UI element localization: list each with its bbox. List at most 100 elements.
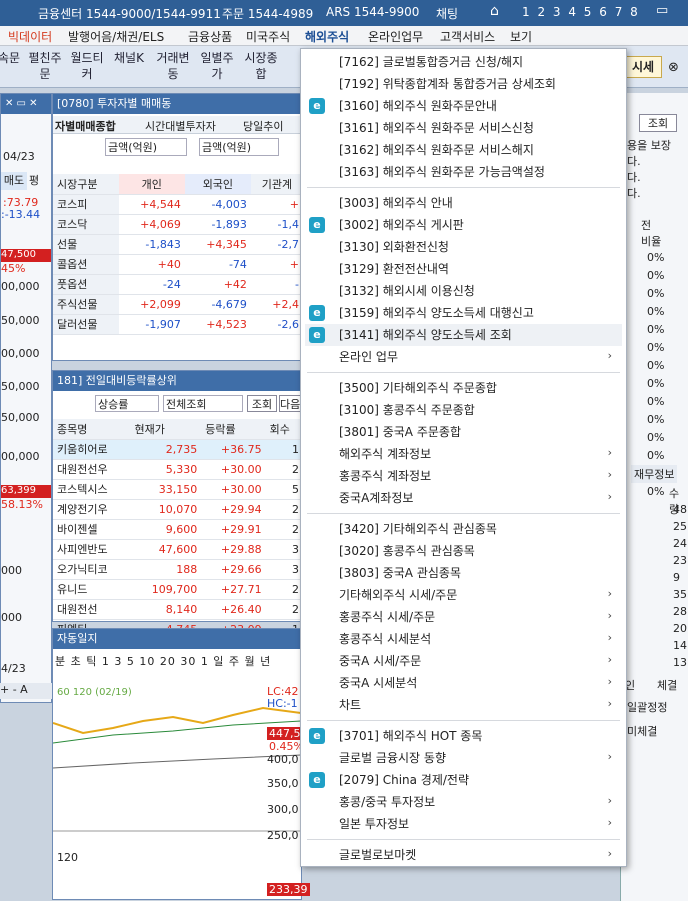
menu-item[interactable]: 차트 — [339, 696, 361, 713]
menu-item[interactable]: 글로벌로보마켓 — [339, 846, 416, 863]
tb-market[interactable]: 시장종합 — [244, 50, 278, 84]
table-cell: +29.66 — [201, 559, 266, 580]
menu-item[interactable]: 홍콩주식 시세분석 — [339, 630, 431, 647]
menu-item[interactable]: [2079] China 경제/전략 — [339, 771, 469, 788]
menu-item[interactable]: [3129] 환전전산내역 — [339, 260, 449, 277]
close-icon[interactable]: ⊗ — [668, 60, 679, 75]
table-row[interactable]: 오가닉티코 188 +29.66 3 — [53, 559, 303, 580]
menu-item[interactable]: 기타해외주식 시세/주문 — [339, 586, 457, 603]
menu-item[interactable]: [3141] 해외주식 양도소득세 조회 — [339, 326, 512, 343]
sell-tab[interactable]: 매도 — [1, 172, 27, 190]
menu-item[interactable]: 홍콩주식 시세/주문 — [339, 608, 435, 625]
menu-item[interactable]: [3130] 외화환전신청 — [339, 238, 449, 255]
menu-item[interactable]: 중국A 시세분석 — [339, 674, 417, 691]
menu-item[interactable]: 중국A 시세/주문 — [339, 652, 421, 669]
tab-summary[interactable]: 자별매매종합 — [55, 118, 116, 134]
menu-products[interactable]: 금융상품 — [188, 28, 232, 45]
table-row[interactable]: 계양전기우 10,070 +29.94 2 — [53, 499, 303, 520]
unfilled-tab[interactable]: 미체결 — [627, 723, 657, 739]
tb-world-ticker[interactable]: 월드티커 — [70, 50, 104, 84]
table-row[interactable]: 달러선물 -1,907 +4,523 -2,6 — [53, 314, 303, 335]
table-row[interactable]: 코스닥 +4,069 -1,893 -1,4 — [53, 214, 303, 235]
left-date[interactable]: 04/23 — [3, 150, 35, 163]
table-row[interactable]: 키움히어로 2,735 +36.75 1 — [53, 439, 303, 460]
pct-tag: 0.45% — [269, 740, 304, 753]
unit-select-1[interactable]: 금액(억원) — [105, 138, 187, 156]
menu-item[interactable]: [3162] 해외주식 원화주문 서비스해지 — [339, 141, 534, 158]
menu-item[interactable]: [3500] 기타해외주식 주문종합 — [339, 379, 497, 396]
menu-item[interactable]: [3803] 중국A 관심종목 — [339, 564, 461, 581]
menu-bigdata[interactable]: 빅데이터 — [8, 28, 52, 45]
table-cell: 대원전선 — [53, 599, 131, 620]
menu-item[interactable]: 온라인 업무 — [339, 348, 398, 365]
y-tick: 300,0 — [267, 803, 299, 816]
table-row[interactable]: 코스텍시스 33,150 +30.00 5 — [53, 479, 303, 500]
menu-item[interactable]: [3160] 해외주식 원화주문안내 — [339, 97, 497, 114]
left-tools[interactable]: + - A — [0, 683, 52, 699]
menu-us-stocks[interactable]: 미국주식 — [246, 28, 290, 45]
table-row[interactable]: 코스피 +4,544 -4,003 + — [53, 194, 303, 215]
menu-item[interactable]: [7192] 위탁종합계좌 통합증거금 상세조회 — [339, 75, 556, 92]
menu-view[interactable]: 보기 — [510, 28, 532, 45]
table-row[interactable]: 선물 -1,843 +4,345 -2,7 — [53, 234, 303, 255]
quote-button[interactable]: 시세 — [624, 56, 662, 78]
menu-overseas[interactable]: 해외주식 — [305, 28, 349, 45]
avg-tab[interactable]: 평 — [29, 172, 39, 188]
table-row[interactable]: 대원전선우 5,330 +30.00 2 — [53, 459, 303, 480]
menu-item[interactable]: [3701] 해외주식 HOT 종목 — [339, 727, 482, 744]
menu-item[interactable]: [7162] 글로벌통합증거금 신청/해지 — [339, 53, 523, 70]
tab-exec[interactable]: 체결 — [657, 677, 677, 693]
unit-select-2[interactable]: 금액(억원) — [199, 138, 279, 156]
table-row[interactable]: 주식선물 +2,099 -4,679 +2,4 — [53, 294, 303, 315]
col-market: 시장구분 — [53, 174, 119, 195]
table-row[interactable]: 풋옵션 -24 +42- — [53, 274, 303, 295]
menu-online[interactable]: 온라인업무 — [368, 28, 423, 45]
ratio-cell: 0% — [647, 377, 665, 390]
ratio-cell: 0% — [647, 359, 665, 372]
menu-item[interactable]: 일본 투자정보 — [339, 815, 409, 832]
sort-select[interactable]: 상승률 — [95, 395, 159, 412]
menu-item[interactable]: 글로벌 금융시장 동향 — [339, 749, 446, 766]
menu-item[interactable]: [3420] 기타해외주식 관심종목 — [339, 520, 497, 537]
menu-item[interactable]: [3002] 해외주식 게시판 — [339, 216, 464, 233]
right-query-button[interactable]: 조회 — [639, 114, 677, 132]
price-chart[interactable] — [53, 673, 301, 899]
scope-select[interactable]: 전체조회 — [163, 395, 243, 412]
menu-item[interactable]: 홍콩주식 계좌정보 — [339, 467, 431, 484]
menu-item[interactable]: [3159] 해외주식 양도소득세 대행신고 — [339, 304, 534, 321]
menu-item[interactable]: 홍콩/중국 투자정보 — [339, 793, 435, 810]
menu-item[interactable]: [3161] 해외주식 원화주문 서비스신청 — [339, 119, 534, 136]
table-row[interactable]: 유니드 109,700 +27.71 2 — [53, 579, 303, 600]
period-tabs[interactable]: 분 초 틱 1 3 5 10 20 30 1 일 주 월 년 — [55, 653, 271, 669]
table-row[interactable]: 대원전선 8,140 +26.40 2 — [53, 599, 303, 620]
tb-daily[interactable]: 일별주가 — [200, 50, 234, 84]
menu-item[interactable]: [3132] 해외시세 이용신청 — [339, 282, 475, 299]
menu-item[interactable]: [3163] 해외주식 원화주문 가능금액설정 — [339, 163, 545, 180]
bulk-modify[interactable]: 일괄정정 — [627, 699, 667, 715]
menu-item[interactable]: [3801] 중국A 주문종합 — [339, 423, 461, 440]
table-row[interactable]: 콜옵션 +40 -74 + — [53, 254, 303, 275]
tb-channel[interactable]: 채널K — [112, 50, 146, 84]
home-icon[interactable]: ⌂ — [490, 3, 499, 19]
menu-item[interactable]: [3100] 홍콩주식 주문종합 — [339, 401, 475, 418]
screen-numbers[interactable]: 1 2 3 4 5 6 7 8 — [522, 5, 640, 19]
menu-item[interactable]: [3020] 홍콩주식 관심종목 — [339, 542, 475, 559]
table-row[interactable]: 사피엔반도 47,600 +29.88 3 — [53, 539, 303, 560]
volume-tag: 233,39 — [267, 883, 310, 896]
chat-label[interactable]: 채팅 — [436, 5, 458, 22]
menu-item[interactable]: [3003] 해외주식 안내 — [339, 194, 453, 211]
tb-volume[interactable]: 거래변동 — [156, 50, 190, 84]
tab-trend[interactable]: 당일추이 — [243, 118, 283, 134]
table-row[interactable]: 바이젠셀 9,600 +29.91 2 — [53, 519, 303, 540]
menu-item[interactable]: 중국A계좌정보 — [339, 489, 413, 506]
finance-tab[interactable]: 재무정보 — [631, 465, 678, 483]
query-button[interactable]: 조회 — [247, 395, 277, 412]
menu-bonds[interactable]: 발행어음/채권/ELS — [68, 28, 164, 45]
menu-item[interactable]: 해외주식 계좌정보 — [339, 445, 431, 462]
menu-service[interactable]: 고객서비스 — [440, 28, 495, 45]
tb-order[interactable]: 속문 — [0, 50, 26, 84]
monitor-icon[interactable]: ▭ — [656, 3, 668, 18]
tab-time[interactable]: 시간대별투자자 — [145, 118, 216, 134]
tb-open-order[interactable]: 펼친주문 — [28, 50, 62, 84]
investor-window: [0780] 투자자별 매매동 자별매매종합 시간대별투자자 당일추이 금액(억… — [52, 93, 303, 361]
